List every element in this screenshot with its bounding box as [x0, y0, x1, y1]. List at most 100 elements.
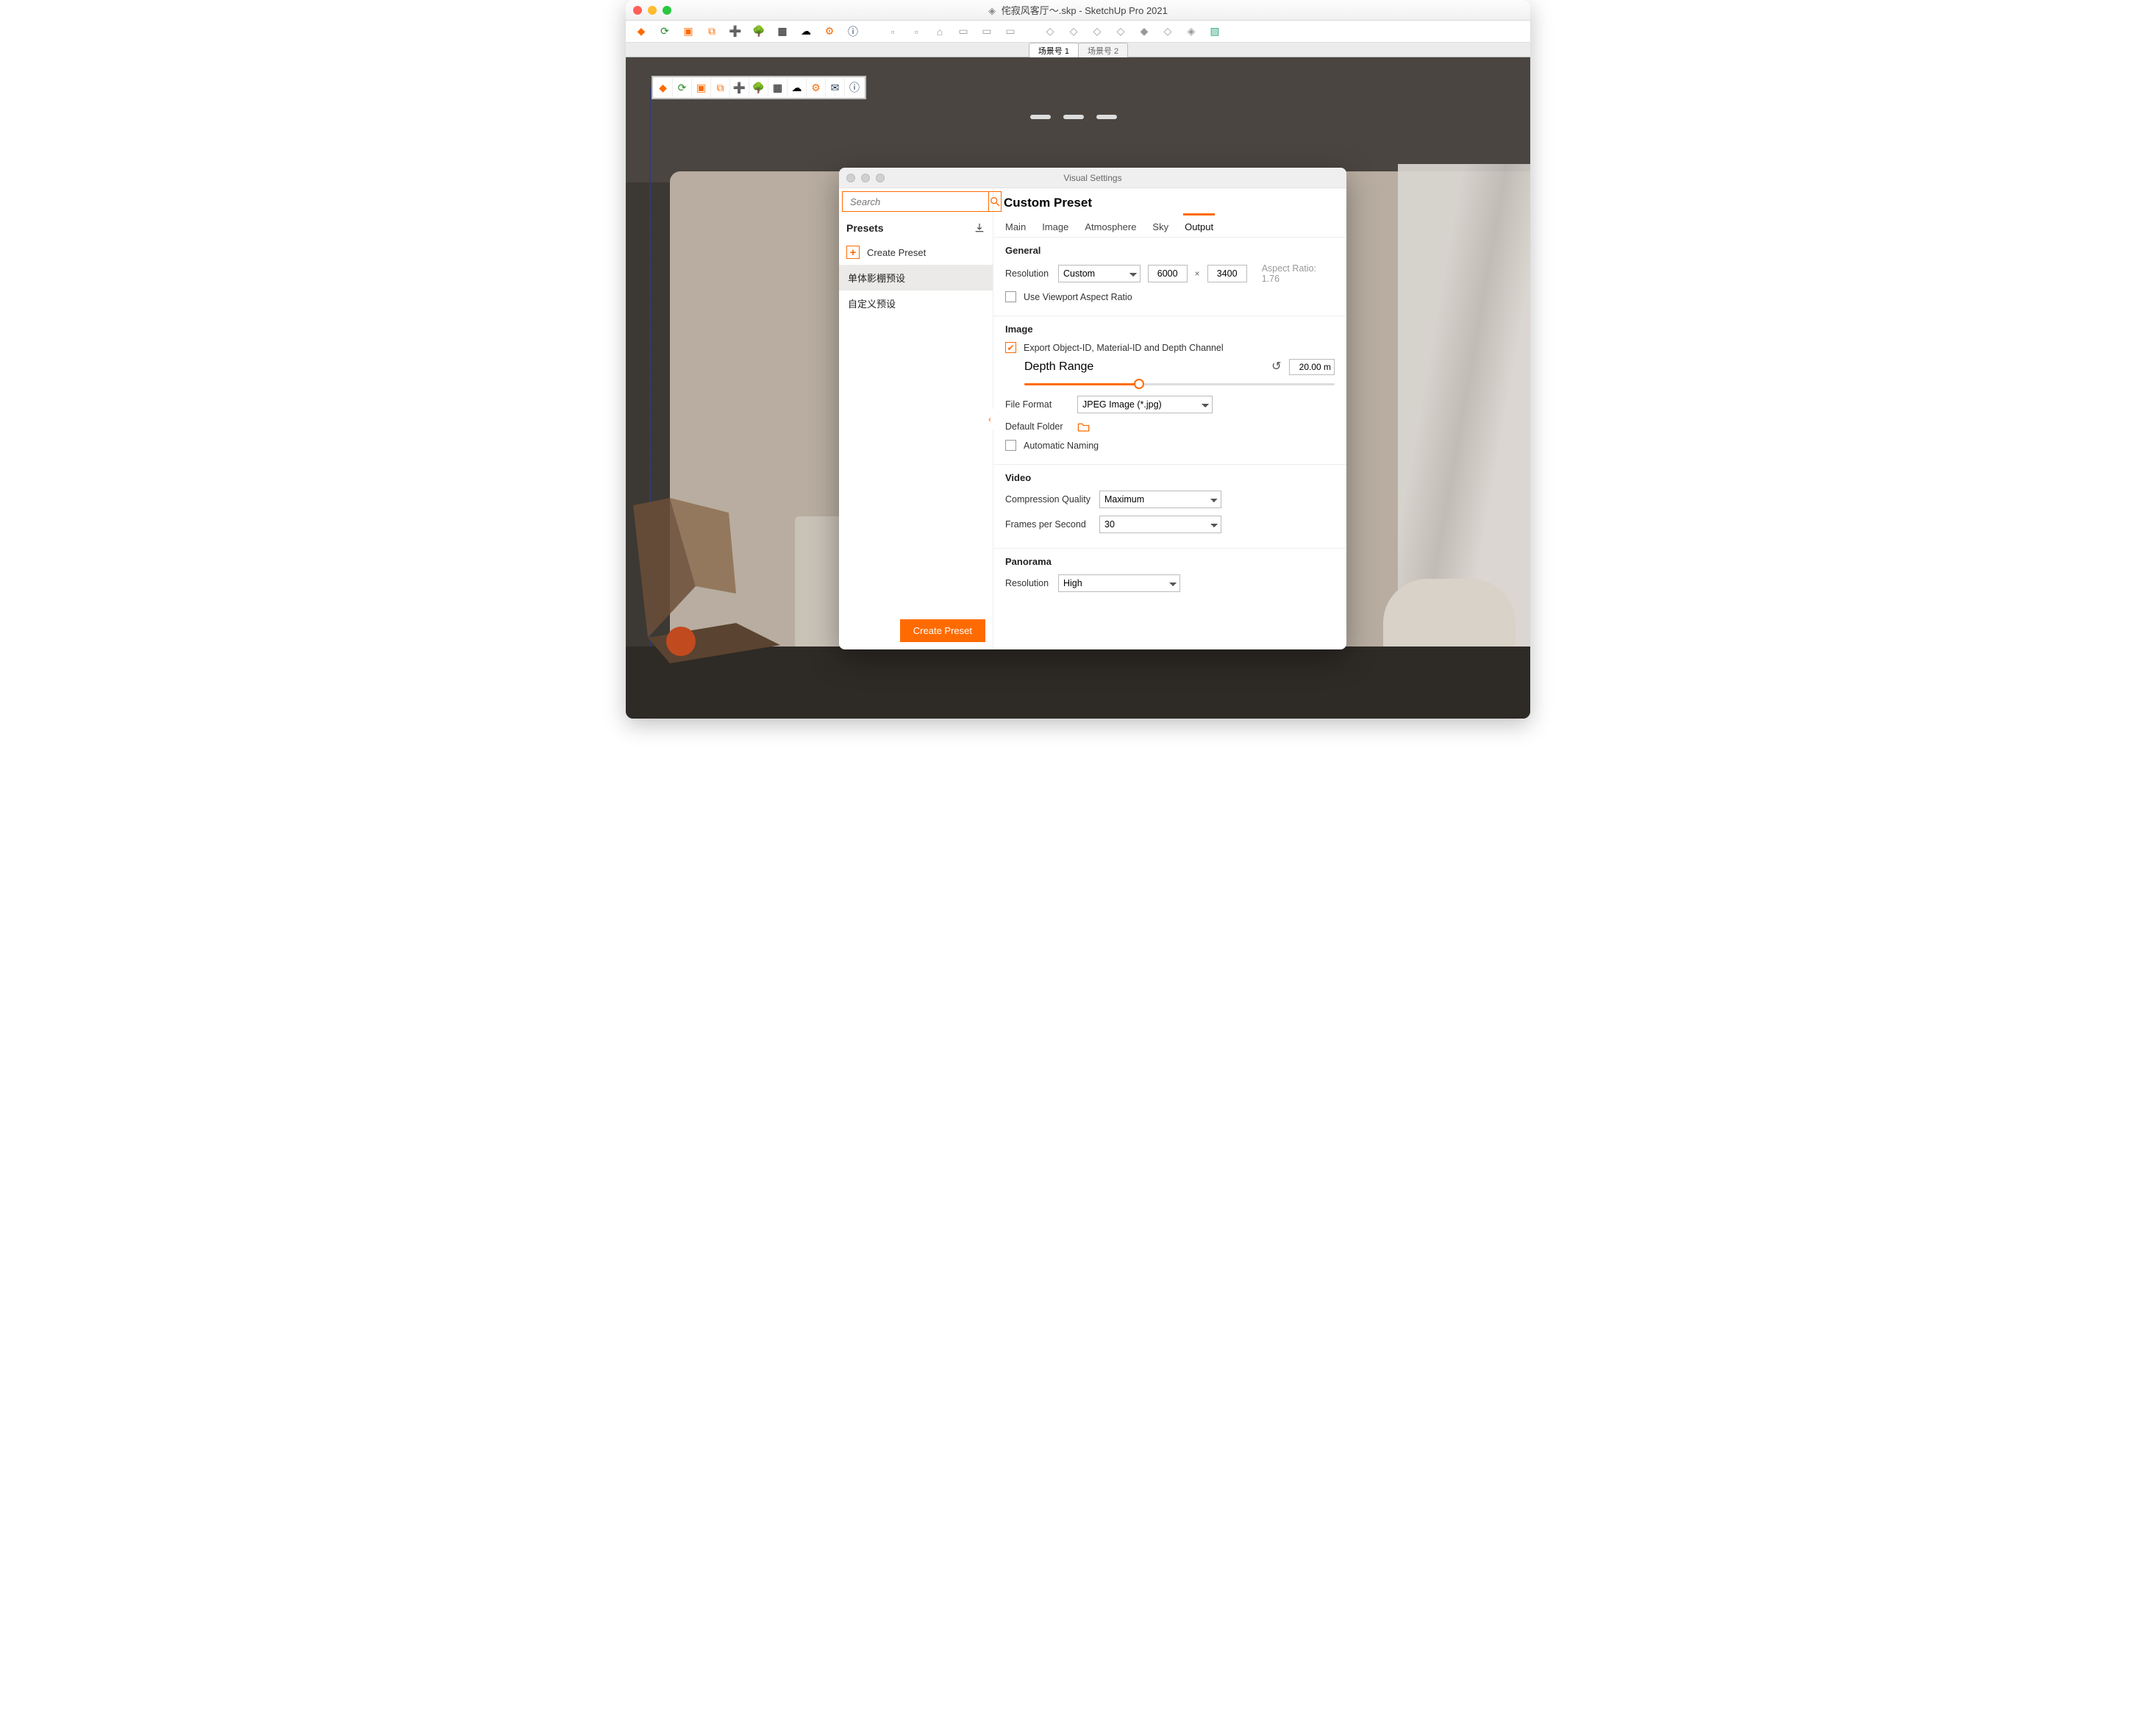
scene-tab-1[interactable]: 场景号 1 [1029, 43, 1079, 57]
add-icon[interactable]: ➕ [730, 78, 749, 97]
copy-icon[interactable]: ⧉ [705, 25, 718, 38]
create-preset-row[interactable]: + Create Preset [839, 240, 993, 265]
tab-image[interactable]: Image [1040, 213, 1070, 237]
presets-label: Presets [846, 222, 884, 234]
use-viewport-checkbox[interactable]: Use Viewport Aspect Ratio [1005, 291, 1335, 302]
refresh-icon[interactable]: ⟳ [673, 78, 692, 97]
viewport[interactable]: 顶部 ◆ ⟳ ▣ ⧉ ➕ 🌳 ▦ ☁ ⚙ [626, 57, 1530, 719]
preset-item[interactable]: 单体影棚预设 [839, 265, 993, 291]
diamond-icon[interactable]: ◇ [1114, 25, 1127, 38]
screenshot-icon[interactable]: ▣ [682, 25, 695, 38]
enscape-icon[interactable]: ◆ [654, 78, 673, 97]
add-icon[interactable]: ➕ [729, 25, 742, 38]
mail-icon[interactable]: ✉ [826, 78, 845, 97]
export-ids-checkbox[interactable]: ✔ Export Object-ID, Material-ID and Dept… [1005, 342, 1335, 353]
cloud-icon[interactable]: ☁ [788, 78, 807, 97]
import-icon[interactable] [974, 222, 985, 234]
create-preset-label: Create Preset [867, 247, 926, 258]
section-video: Video Compression Quality Maximum Frames… [993, 464, 1346, 545]
compression-label: Compression Quality [1005, 494, 1092, 505]
dialog-title: Visual Settings [839, 173, 1346, 183]
depth-range-slider[interactable] [1024, 377, 1335, 391]
ceiling-light [1063, 115, 1084, 119]
tool-icon[interactable]: ▭ [980, 25, 993, 38]
floating-toolbar[interactable]: ◆ ⟳ ▣ ⧉ ➕ 🌳 ▦ ☁ ⚙ ✉ ⓘ [652, 76, 866, 99]
panel-title: Custom Preset [993, 188, 1346, 213]
diamond-icon[interactable]: ◇ [1091, 25, 1104, 38]
folder-icon[interactable] [1077, 421, 1091, 432]
sketchup-icon: ◈ [988, 5, 996, 16]
render-icon[interactable]: ▨ [1208, 25, 1221, 38]
create-preset-button[interactable]: Create Preset [900, 619, 985, 642]
presets-header: Presets [839, 215, 993, 240]
tool-icon[interactable]: ▫ [886, 25, 899, 38]
height-input[interactable] [1207, 265, 1247, 282]
cloud-icon[interactable]: ☁ [799, 25, 813, 38]
plus-icon: + [846, 246, 860, 259]
section-heading: Video [1005, 472, 1335, 483]
panorama-resolution-select[interactable]: High [1058, 574, 1180, 592]
tool-icon[interactable]: ▫ [910, 25, 923, 38]
refresh-icon[interactable]: ⟳ [658, 25, 671, 38]
diamond-icon[interactable]: ◆ [1138, 25, 1151, 38]
use-viewport-label: Use Viewport Aspect Ratio [1024, 292, 1132, 302]
compression-select[interactable]: Maximum [1099, 491, 1221, 508]
multiply-icon: × [1195, 268, 1200, 279]
scene-tab-2[interactable]: 场景号 2 [1078, 43, 1128, 57]
home-icon[interactable]: ⌂ [933, 25, 946, 38]
titlebar: ◈ 侘寂风客厅～.skp - SketchUp Pro 2021 [626, 0, 1530, 21]
scene-tabs: 场景号 1 场景号 2 [626, 43, 1530, 57]
search-button[interactable] [988, 191, 1002, 212]
settings-tabs: Main Image Atmosphere Sky Output [993, 213, 1346, 238]
auto-naming-checkbox[interactable]: Automatic Naming [1005, 440, 1335, 451]
depth-range-label: Depth Range [1024, 360, 1093, 374]
checkbox-icon [1005, 440, 1016, 451]
tree-icon[interactable]: 🌳 [752, 25, 765, 38]
tool-icon[interactable]: ▭ [1004, 25, 1017, 38]
search-input[interactable] [842, 191, 988, 212]
tab-main[interactable]: Main [1004, 213, 1027, 237]
chair-shape [626, 476, 795, 667]
file-format-select[interactable]: JPEG Image (*.jpg) [1077, 396, 1213, 413]
diamond-icon[interactable]: ◇ [1043, 25, 1057, 38]
presets-footer: Create Preset [839, 612, 993, 649]
copy-icon[interactable]: ⧉ [711, 78, 730, 97]
settings-icon[interactable]: ⚙ [807, 78, 826, 97]
preset-item[interactable]: 自定义预设 [839, 291, 993, 316]
info-icon[interactable]: ⓘ [845, 78, 864, 97]
file-format-label: File Format [1005, 399, 1070, 410]
tab-sky[interactable]: Sky [1151, 213, 1170, 237]
diamond-icon[interactable]: ◇ [1067, 25, 1080, 38]
settings-panel: Custom Preset Main Image Atmosphere Sky … [993, 188, 1346, 649]
settings-icon[interactable]: ⚙ [823, 25, 836, 38]
info-icon[interactable]: ⓘ [846, 25, 860, 38]
reset-icon[interactable]: ↺ [1271, 360, 1281, 373]
screenshot-icon[interactable]: ▣ [692, 78, 711, 97]
tab-atmosphere[interactable]: Atmosphere [1083, 213, 1138, 237]
window-title: ◈ 侘寂风客厅～.skp - SketchUp Pro 2021 [626, 3, 1530, 17]
fps-select[interactable]: 30 [1099, 516, 1221, 533]
diamond-icon[interactable]: ◇ [1161, 25, 1174, 38]
width-input[interactable] [1148, 265, 1188, 282]
tab-output[interactable]: Output [1183, 213, 1215, 237]
diamond-icon[interactable]: ◈ [1185, 25, 1198, 38]
main-toolbar: ◆ ⟳ ▣ ⧉ ➕ 🌳 ▦ ☁ ⚙ ⓘ ▫ ▫ ⌂ ▭ ▭ ▭ ◇ ◇ ◇ ◇ … [626, 21, 1530, 43]
tool-icon[interactable]: ▭ [957, 25, 970, 38]
fps-label: Frames per Second [1005, 519, 1092, 530]
enscape-icon[interactable]: ◆ [635, 25, 648, 38]
resolution-label: Resolution [1005, 268, 1051, 279]
section-image: Image ✔ Export Object-ID, Material-ID an… [993, 316, 1346, 461]
grid-icon[interactable]: ▦ [776, 25, 789, 38]
depth-range-input[interactable] [1289, 359, 1335, 375]
tree-icon[interactable]: 🌳 [749, 78, 768, 97]
ceiling-light [1096, 115, 1117, 119]
grid-icon[interactable]: ▦ [768, 78, 788, 97]
collapse-handle[interactable]: ‹ [986, 409, 993, 430]
checkbox-icon [1005, 291, 1016, 302]
panorama-resolution-label: Resolution [1005, 578, 1051, 588]
search-bar [842, 191, 990, 212]
checkbox-icon: ✔ [1005, 342, 1016, 353]
auto-naming-label: Automatic Naming [1024, 441, 1099, 451]
section-panorama: Panorama Resolution High [993, 548, 1346, 604]
resolution-select[interactable]: Custom [1058, 265, 1141, 282]
